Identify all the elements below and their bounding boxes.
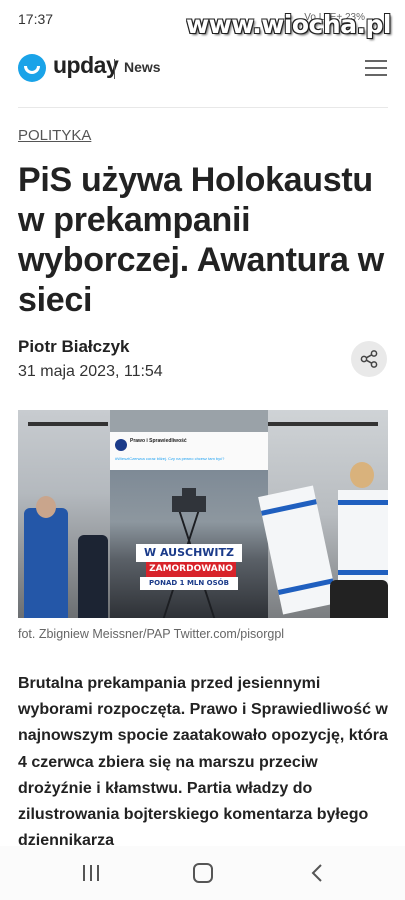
share-button[interactable] xyxy=(351,341,387,377)
banner-line-1: W AUSCHWITZ xyxy=(136,544,242,562)
article-headline: PiS używa Holokaustu w prekampanii wybor… xyxy=(18,161,384,319)
watermark: www.wiocha.pl xyxy=(186,10,391,39)
image-caption: fot. Zbigniew Meissner/PAP Twitter.com/p… xyxy=(18,627,285,641)
navigation-bar xyxy=(0,846,405,900)
app-header: upday News xyxy=(0,44,405,94)
section-label: News xyxy=(124,59,161,75)
article-lead: Brutalna prekampania przed jesiennymi wy… xyxy=(18,675,388,845)
article-image[interactable]: Prawo i Sprawiedliwość #WiesztCzerwca co… xyxy=(18,410,388,618)
banner-line-2: ZAMORDOWANO xyxy=(146,562,236,577)
logo-divider xyxy=(114,59,115,79)
tweet-text: #WiesztCzerwca coraz bliżej. Czy na pewn… xyxy=(115,456,225,461)
header-divider xyxy=(18,107,388,108)
home-icon[interactable] xyxy=(193,863,213,883)
tweet-screenshot: Prawo i Sprawiedliwość #WiesztCzerwca co… xyxy=(110,432,268,618)
status-bar: 17:37 Vo LTE+ 23% www.wiocha.pl xyxy=(0,0,405,39)
article-author: Piotr Białczyk xyxy=(18,337,130,356)
status-time: 17:37 xyxy=(18,11,54,27)
back-icon[interactable] xyxy=(310,863,324,883)
hamburger-menu-icon[interactable] xyxy=(365,58,387,76)
photo-left xyxy=(18,410,110,618)
category-link[interactable]: POLITYKA xyxy=(18,127,91,144)
banner-line-3: PONAD 1 MLN OSÓB xyxy=(140,577,238,590)
recent-apps-icon[interactable] xyxy=(83,865,101,881)
logo-text[interactable]: upday xyxy=(53,52,119,79)
article-date: 31 maja 2023, 11:54 xyxy=(18,363,163,380)
share-icon xyxy=(360,350,378,368)
photo-right xyxy=(258,410,388,618)
tweet-author: Prawo i Sprawiedliwość xyxy=(130,438,187,444)
upday-logo-icon[interactable] xyxy=(18,54,46,82)
